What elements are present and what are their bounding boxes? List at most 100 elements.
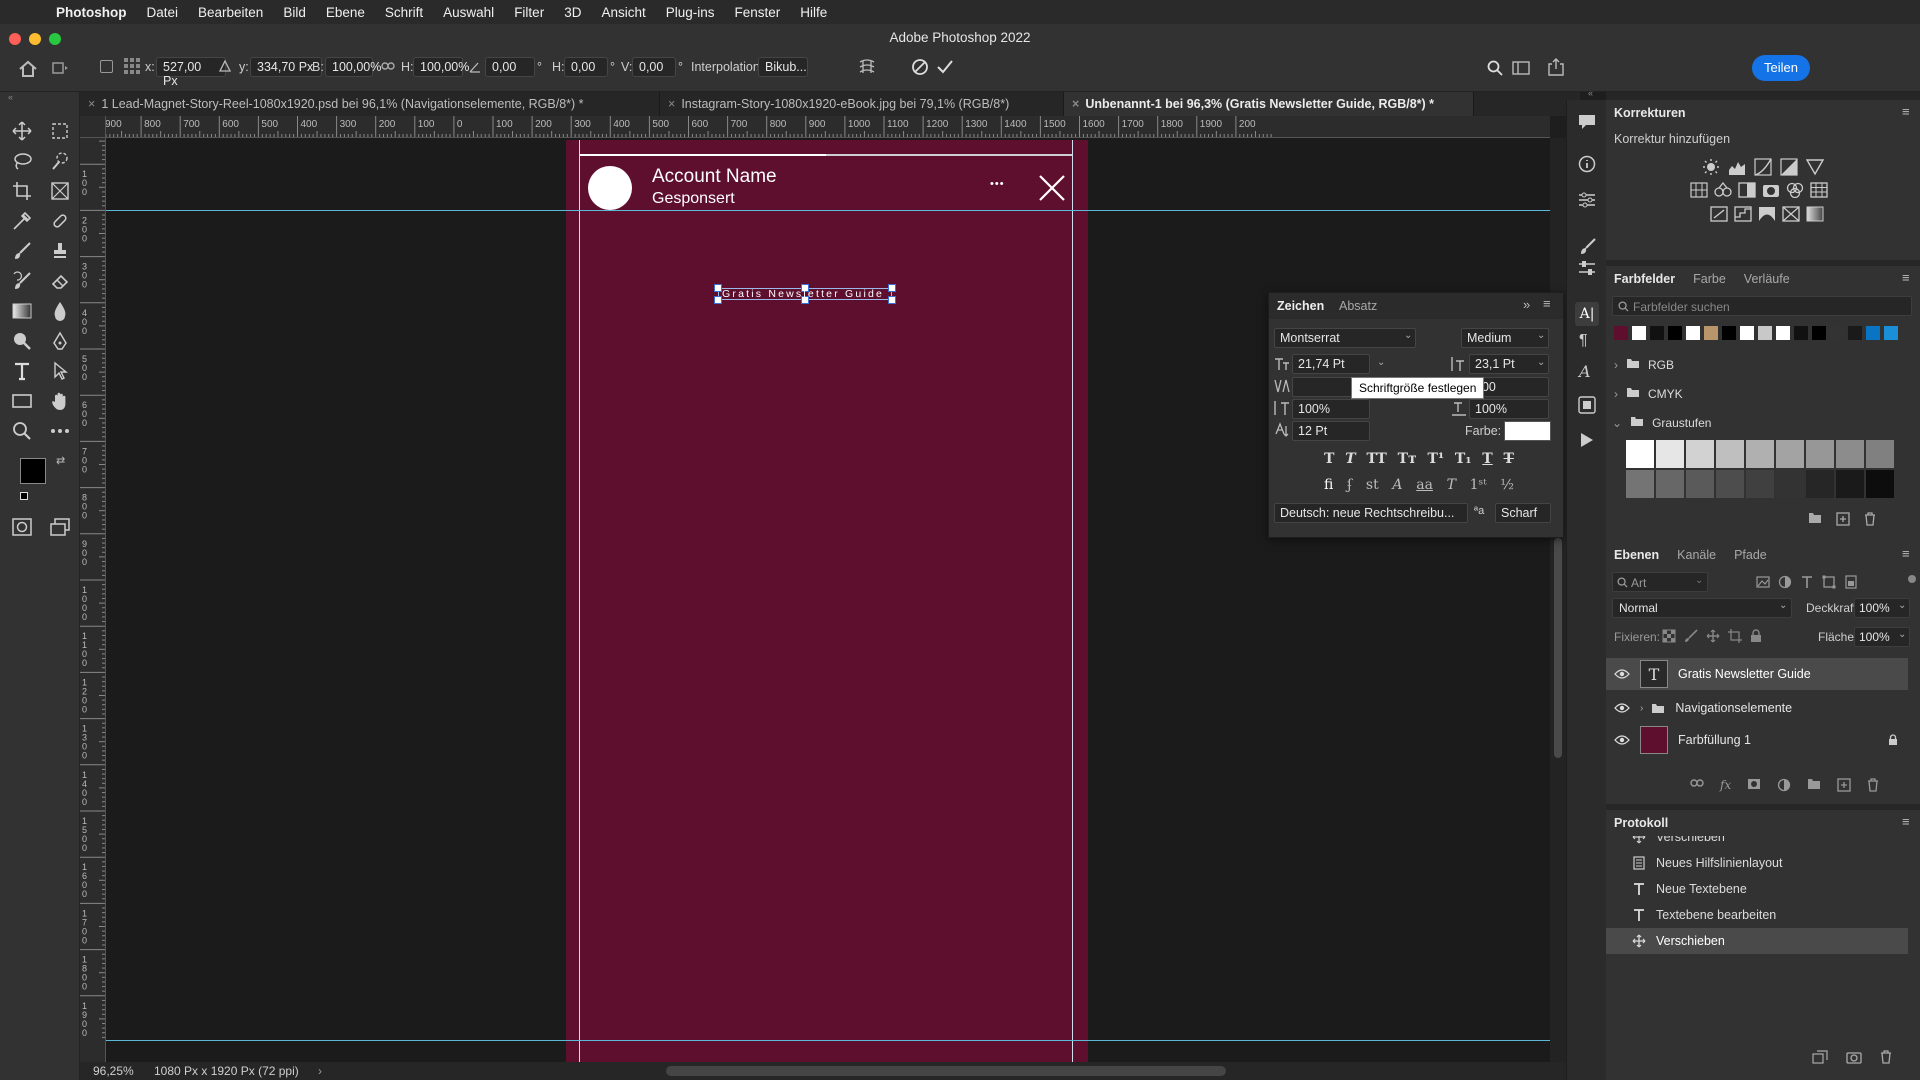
grayscale-swatch[interactable] [1836, 470, 1864, 498]
filter-toggle[interactable] [1908, 575, 1916, 583]
brush-tool-icon[interactable] [8, 238, 36, 264]
menu-plugins[interactable]: Plug-ins [666, 5, 715, 20]
healing-brush-tool-icon[interactable] [46, 208, 74, 234]
status-menu-icon[interactable]: › [318, 1064, 322, 1078]
dodge-tool-icon[interactable] [8, 328, 36, 354]
blur-tool-icon[interactable] [46, 298, 74, 324]
chevron-down-icon[interactable]: ⌄ [1537, 357, 1545, 368]
all-caps-icon[interactable]: TT [1366, 451, 1386, 469]
gradient-tool-icon[interactable] [8, 298, 36, 324]
quick-selection-tool-icon[interactable] [46, 148, 74, 174]
color-swatch[interactable] [1632, 326, 1646, 340]
history-title[interactable]: Protokoll [1614, 810, 1668, 836]
lock-position-icon[interactable] [1706, 629, 1720, 643]
grayscale-swatch[interactable] [1686, 470, 1714, 498]
tab-lead-magnet[interactable]: × 1 Lead-Magnet-Story-Reel-1080x1920.psd … [80, 92, 660, 116]
chevron-down-icon[interactable]: ⌄ [1779, 600, 1787, 611]
panel-menu-icon[interactable]: ≡ [1902, 270, 1910, 285]
quick-mask-icon[interactable] [8, 514, 36, 540]
vibrance-icon[interactable] [1806, 158, 1824, 176]
horizontal-scroll-thumb[interactable] [666, 1066, 1226, 1076]
fractions-icon[interactable]: ½ [1500, 477, 1514, 495]
antialias-select[interactable]: Scharf [1495, 503, 1551, 523]
history-item[interactable]: Neue Textebene [1606, 876, 1908, 902]
lock-artboard-icon[interactable] [1728, 629, 1742, 643]
grayscale-swatch[interactable] [1806, 440, 1834, 468]
chevron-right-icon[interactable]: › [1614, 387, 1618, 401]
tab-zeichen[interactable]: Zeichen [1277, 299, 1324, 313]
transform-handle[interactable] [714, 284, 722, 292]
tab-kanaele[interactable]: Kanäle [1677, 542, 1716, 568]
strikethrough-icon[interactable]: T [1504, 451, 1514, 469]
close-tab-icon[interactable]: × [1072, 97, 1079, 111]
grayscale-swatch[interactable] [1776, 470, 1804, 498]
close-tab-icon[interactable]: × [88, 97, 95, 111]
trash-icon[interactable] [1867, 778, 1879, 792]
properties-icon[interactable] [1578, 192, 1596, 208]
zoom-tool-icon[interactable] [8, 418, 36, 444]
color-swatch[interactable] [1614, 326, 1628, 340]
move-tool-icon[interactable] [8, 118, 36, 144]
color-swatch[interactable] [1740, 326, 1754, 340]
foreground-color-swatch[interactable] [20, 458, 46, 484]
adjustments-sliders-icon[interactable] [1578, 260, 1596, 276]
menu-bearbeiten[interactable]: Bearbeiten [198, 5, 263, 20]
eye-icon[interactable] [1614, 702, 1630, 714]
ligatures-icon[interactable]: ﬁ [1324, 477, 1333, 495]
layer-mask-icon[interactable] [1747, 778, 1761, 790]
lock-transparency-icon[interactable] [1662, 629, 1676, 643]
horizontal-skew-input[interactable]: 0,00 [564, 57, 608, 77]
baseline-shift-input[interactable]: 12 Pt [1292, 421, 1370, 441]
faux-italic-icon[interactable]: T [1345, 451, 1355, 469]
color-swatch[interactable] [1650, 326, 1664, 340]
faux-bold-icon[interactable]: T [1324, 451, 1334, 469]
glyphs-icon[interactable]: A [1579, 362, 1591, 381]
language-select[interactable]: Deutsch: neue Rechtschreibu... [1274, 503, 1468, 523]
color-swatch[interactable] [1776, 326, 1790, 340]
curves-icon[interactable] [1754, 158, 1772, 176]
small-caps-icon[interactable]: Tт [1398, 451, 1417, 469]
comments-icon[interactable] [1578, 114, 1596, 130]
interpolation-select[interactable]: Bikub... [758, 57, 808, 77]
color-swatch[interactable] [1668, 326, 1682, 340]
grayscale-swatch[interactable] [1716, 470, 1744, 498]
grayscale-swatch[interactable] [1626, 470, 1654, 498]
menu-auswahl[interactable]: Auswahl [443, 5, 494, 20]
menu-bild[interactable]: Bild [283, 5, 306, 20]
eraser-tool-icon[interactable] [46, 268, 74, 294]
eye-icon[interactable] [1614, 734, 1630, 746]
panel-menu-icon[interactable]: ≡ [1902, 814, 1910, 829]
warp-icon[interactable] [858, 58, 876, 76]
height-scale-input[interactable]: 100,00% [413, 57, 469, 77]
discretionary-ligatures-icon[interactable]: ʄ [1347, 477, 1352, 495]
gradient-map-icon[interactable] [1806, 206, 1824, 222]
menu-hilfe[interactable]: Hilfe [800, 5, 827, 20]
newsletter-text-layer[interactable]: Gratis Newsletter Guide [722, 288, 892, 300]
info-icon[interactable] [1578, 155, 1596, 173]
document-canvas[interactable]: Account Name Gesponsert ••• Gratis Newsl… [566, 140, 1088, 1062]
panel-menu-icon[interactable]: ≡ [1543, 296, 1551, 311]
history-item[interactable]: Neues Hilfslinienlayout [1606, 850, 1908, 876]
swash-icon[interactable]: A [1392, 477, 1402, 495]
chevron-down-icon[interactable]: ⌄ [1898, 629, 1906, 640]
titling-alternates-icon[interactable]: T [1447, 477, 1456, 495]
layer-row[interactable]: T Gratis Newsletter Guide [1606, 658, 1908, 690]
panel-menu-icon[interactable]: ≡ [1902, 104, 1910, 119]
layer-name[interactable]: Farbfüllung 1 [1678, 733, 1751, 747]
color-swatch[interactable] [1812, 326, 1826, 340]
marquee-tool-icon[interactable] [46, 118, 74, 144]
threshold-icon[interactable] [1758, 206, 1776, 222]
reference-point-grid-icon[interactable] [124, 58, 140, 74]
grayscale-swatch[interactable] [1836, 440, 1864, 468]
color-swatch[interactable] [1866, 326, 1880, 340]
subscript-icon[interactable]: T₁ [1455, 451, 1472, 469]
rectangle-tool-icon[interactable] [8, 388, 36, 414]
screen-mode-icon[interactable] [46, 514, 74, 540]
filter-pixel-icon[interactable] [1756, 575, 1770, 589]
horizontal-scale-input[interactable]: 100% [1469, 399, 1549, 419]
vertical-skew-input[interactable]: 0,00 [632, 57, 676, 77]
font-size-input[interactable]: 21,74 Pt [1292, 354, 1370, 374]
exposure-icon[interactable] [1780, 158, 1798, 176]
font-style-select[interactable]: Medium [1461, 328, 1549, 348]
crop-tool-icon[interactable] [8, 178, 36, 204]
